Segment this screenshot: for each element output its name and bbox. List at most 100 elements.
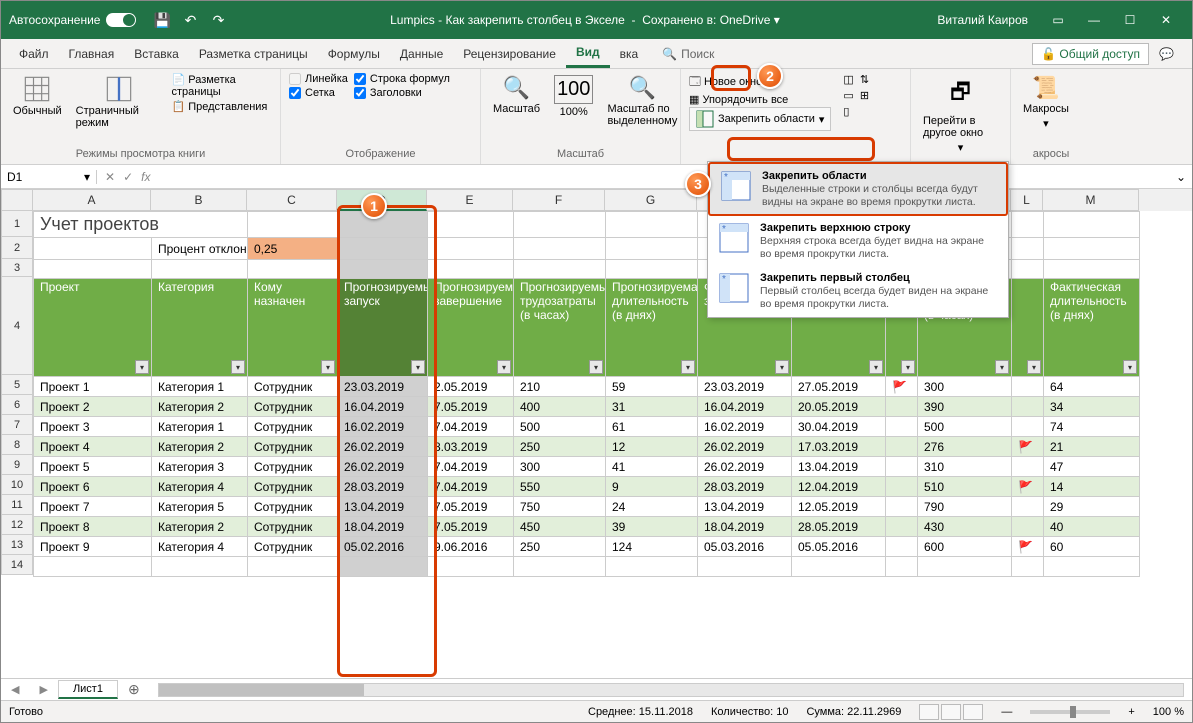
cell[interactable]: 500: [918, 417, 1012, 437]
cell[interactable]: [606, 260, 698, 279]
cell[interactable]: 30.04.2019: [792, 417, 886, 437]
cell[interactable]: [606, 557, 698, 577]
cell[interactable]: [1044, 557, 1140, 577]
cell[interactable]: 05.02.2016: [338, 537, 428, 557]
cell[interactable]: [606, 212, 698, 238]
cell[interactable]: 17.03.2019: [792, 437, 886, 457]
add-sheet-button[interactable]: ⊕: [118, 681, 150, 698]
cell[interactable]: Проект 5: [34, 457, 152, 477]
close-icon[interactable]: ✕: [1148, 1, 1184, 39]
cell[interactable]: [1012, 557, 1044, 577]
cell[interactable]: 🚩: [1012, 437, 1044, 457]
switch-windows-button[interactable]: 🗗Перейти в другое окно▾: [919, 73, 1002, 156]
zoom-in-icon[interactable]: +: [1128, 706, 1134, 718]
cell[interactable]: 🚩: [1012, 477, 1044, 497]
cell[interactable]: Кому назначен▾: [248, 279, 338, 377]
row-header[interactable]: 13: [1, 535, 33, 555]
cell[interactable]: 05.03.2016: [698, 537, 792, 557]
cell[interactable]: 28.03.2019: [338, 477, 428, 497]
ribbon-options-icon[interactable]: ▭: [1040, 1, 1076, 39]
cell[interactable]: [152, 557, 248, 577]
cell[interactable]: [886, 437, 918, 457]
cell[interactable]: [338, 557, 428, 577]
cell[interactable]: 14: [1044, 477, 1140, 497]
cell[interactable]: 12.05.2019: [792, 497, 886, 517]
zoom-button[interactable]: 🔍Масштаб: [489, 73, 544, 117]
cell[interactable]: 13.04.2019: [338, 497, 428, 517]
cell[interactable]: 16.04.2019: [338, 397, 428, 417]
cell[interactable]: 26.02.2019: [338, 457, 428, 477]
gridlines-checkbox[interactable]: Сетка: [289, 87, 348, 99]
cell[interactable]: 59: [606, 377, 698, 397]
split-icon[interactable]: ◫: [843, 73, 853, 86]
zoom-slider[interactable]: [1030, 710, 1110, 714]
cell[interactable]: 26.02.2019: [698, 457, 792, 477]
arrange-all-button[interactable]: ▦ Упорядочить все: [689, 93, 831, 106]
cell[interactable]: [428, 238, 514, 260]
reset-pos-icon[interactable]: ⊞: [860, 89, 869, 102]
headings-checkbox[interactable]: Заголовки: [354, 87, 450, 99]
freeze-first-col-option[interactable]: * Закрепить первый столбецПервый столбец…: [708, 266, 1008, 316]
cell[interactable]: [248, 260, 338, 279]
cell[interactable]: Процент отклонения:: [152, 238, 248, 260]
cell[interactable]: Прогнозируемое завершение▾: [428, 279, 514, 377]
row-header[interactable]: 1: [1, 211, 33, 237]
cell[interactable]: 7.04.2019: [428, 457, 514, 477]
cell[interactable]: Категория▾: [152, 279, 248, 377]
cell[interactable]: [1012, 397, 1044, 417]
filter-icon[interactable]: ▾: [1027, 360, 1041, 374]
redo-icon[interactable]: ↷: [208, 10, 228, 30]
row-header[interactable]: 14: [1, 555, 33, 575]
cell[interactable]: [1012, 377, 1044, 397]
filter-icon[interactable]: ▾: [411, 360, 425, 374]
cell[interactable]: 05.05.2016: [792, 537, 886, 557]
column-header[interactable]: E: [427, 189, 513, 211]
cell[interactable]: [514, 260, 606, 279]
cell[interactable]: [886, 497, 918, 517]
filter-icon[interactable]: ▾: [775, 360, 789, 374]
view-page-break-button[interactable]: Страничный режим: [72, 73, 166, 131]
view-normal-button[interactable]: Обычный: [9, 73, 66, 119]
cell[interactable]: 300: [514, 457, 606, 477]
cell[interactable]: [1012, 212, 1044, 238]
cell[interactable]: 550: [514, 477, 606, 497]
cell[interactable]: [886, 397, 918, 417]
cell[interactable]: 16.02.2019: [698, 417, 792, 437]
tab-formulas[interactable]: Формулы: [318, 41, 390, 67]
cell[interactable]: 250: [514, 537, 606, 557]
cell[interactable]: Фактическая длительность (в днях)▾: [1044, 279, 1140, 377]
column-header[interactable]: A: [33, 189, 151, 211]
cell[interactable]: 39: [606, 517, 698, 537]
cell[interactable]: [1012, 497, 1044, 517]
cell[interactable]: 27.05.2019: [792, 377, 886, 397]
filter-icon[interactable]: ▾: [995, 360, 1009, 374]
cell[interactable]: [886, 417, 918, 437]
filter-icon[interactable]: ▾: [1123, 360, 1137, 374]
horizontal-scrollbar[interactable]: [158, 683, 1184, 697]
cell[interactable]: 8.03.2019: [428, 437, 514, 457]
filter-icon[interactable]: ▾: [231, 360, 245, 374]
cell[interactable]: Проект 6: [34, 477, 152, 497]
row-header[interactable]: 8: [1, 435, 33, 455]
filter-icon[interactable]: ▾: [135, 360, 149, 374]
tab-help[interactable]: вка: [610, 41, 649, 67]
cell[interactable]: 28.03.2019: [698, 477, 792, 497]
dropdown-icon[interactable]: ▾: [774, 13, 780, 27]
cell[interactable]: [886, 457, 918, 477]
autosave-toggle[interactable]: [106, 13, 136, 27]
cell[interactable]: ▾: [1012, 279, 1044, 377]
cell[interactable]: 13.04.2019: [792, 457, 886, 477]
cell[interactable]: 750: [514, 497, 606, 517]
cell[interactable]: [1044, 238, 1140, 260]
cell[interactable]: 29: [1044, 497, 1140, 517]
save-icon[interactable]: 💾: [152, 10, 172, 30]
cell[interactable]: [338, 260, 428, 279]
cell[interactable]: 9.06.2016: [428, 537, 514, 557]
cell[interactable]: 300: [918, 377, 1012, 397]
cell[interactable]: 400: [514, 397, 606, 417]
filter-icon[interactable]: ▾: [869, 360, 883, 374]
row-header[interactable]: 2: [1, 237, 33, 259]
cell[interactable]: Сотрудник: [248, 417, 338, 437]
share-button[interactable]: 🔓 Общий доступ: [1032, 43, 1149, 65]
cell[interactable]: 12.04.2019: [792, 477, 886, 497]
